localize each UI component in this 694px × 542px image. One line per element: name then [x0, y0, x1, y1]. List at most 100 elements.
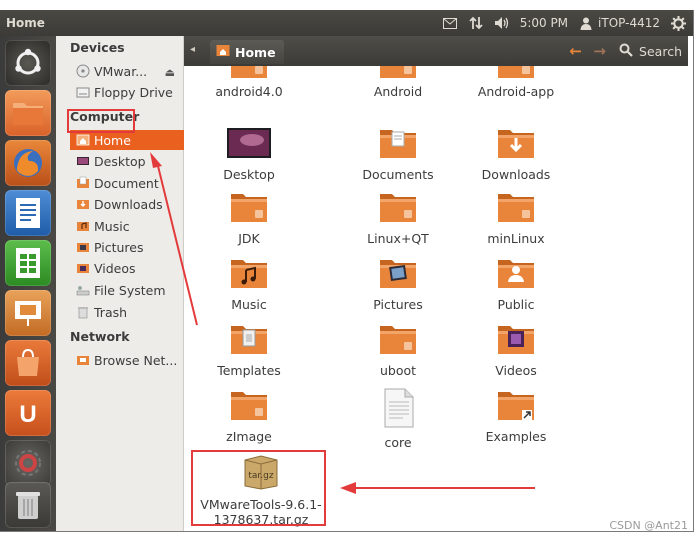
- file-item[interactable]: Music: [190, 256, 308, 312]
- impress-icon[interactable]: [5, 290, 51, 336]
- folder-icon: [457, 256, 575, 293]
- folder-icon: [190, 388, 308, 425]
- user-name: iTOP-4412: [598, 16, 660, 30]
- volume-icon[interactable]: [494, 15, 510, 31]
- file-item[interactable]: Documents: [339, 126, 457, 182]
- search-icon: [619, 43, 633, 60]
- clock[interactable]: 5:00 PM: [520, 16, 568, 30]
- file-name: minLinux: [487, 231, 545, 246]
- breadcrumb-home[interactable]: Home: [210, 40, 284, 64]
- software-center-icon[interactable]: [5, 340, 51, 386]
- top-strip: [0, 0, 694, 10]
- file-item[interactable]: minLinux: [457, 190, 575, 246]
- folder-icon: [190, 190, 308, 227]
- file-item[interactable]: Linux+QT: [339, 190, 457, 246]
- back-arrow-icon[interactable]: ←: [569, 42, 582, 60]
- sidebar-item-label: Downloads: [94, 196, 163, 212]
- file-item[interactable]: zImage: [190, 388, 308, 444]
- file-name: Templates: [217, 363, 281, 378]
- user-menu[interactable]: iTOP-4412: [578, 15, 660, 31]
- file-item[interactable]: Templates: [190, 322, 308, 378]
- sidebar-item-label: Trash: [94, 304, 128, 320]
- window-title: Home: [6, 16, 45, 30]
- file-item[interactable]: Public: [457, 256, 575, 312]
- file-item[interactable]: Examples: [457, 388, 575, 444]
- mail-icon[interactable]: [442, 15, 458, 31]
- desktop-thumbnail-icon: [190, 126, 308, 163]
- network-folder-icon: [76, 353, 90, 367]
- sidebar-item-documents[interactable]: Document: [76, 173, 184, 193]
- file-item[interactable]: JDK: [190, 190, 308, 246]
- breadcrumb-label: Home: [235, 44, 276, 60]
- file-item[interactable]: Android-app: [457, 66, 575, 99]
- file-item[interactable]: Pictures: [339, 256, 457, 312]
- toolbar: ◂ Home ← → Search: [184, 36, 688, 66]
- home-folder-icon: [76, 133, 90, 147]
- top-panel: Home 5:00 PM iTOP-4412: [0, 10, 694, 36]
- gear-icon[interactable]: [670, 15, 686, 31]
- file-item[interactable]: android4.0: [190, 66, 308, 99]
- disc-icon: [76, 64, 90, 78]
- folder-icon: [339, 322, 457, 359]
- launcher: U: [0, 36, 56, 532]
- file-name: uboot: [379, 363, 417, 378]
- file-name: Android-app: [477, 84, 555, 99]
- folder-icon: [457, 388, 575, 425]
- network-heading: Network: [70, 329, 130, 344]
- sidebar-item-label: VMwar...: [94, 63, 148, 79]
- sidebar-item-browse-network[interactable]: Browse Net...: [76, 350, 184, 370]
- dash-home-icon[interactable]: [5, 40, 51, 86]
- document-icon: [339, 388, 457, 431]
- desktop-icon: [76, 154, 90, 168]
- sidebar-item-filesystem[interactable]: File System: [76, 280, 184, 300]
- sidebar-item-vmware[interactable]: VMwar...: [76, 61, 156, 81]
- search-button[interactable]: Search: [619, 43, 682, 60]
- trash-icon[interactable]: [5, 482, 51, 528]
- sidebar-item-videos[interactable]: Videos: [76, 258, 184, 278]
- annotation-box-archive: [191, 450, 326, 526]
- forward-arrow-icon[interactable]: →: [593, 42, 606, 60]
- file-item[interactable]: Android: [339, 66, 457, 99]
- search-label: Search: [639, 44, 682, 59]
- system-settings-icon[interactable]: [5, 440, 51, 486]
- network-icon[interactable]: [468, 15, 484, 31]
- file-name: JDK: [238, 231, 260, 246]
- chevron-left-icon[interactable]: ◂: [190, 44, 195, 55]
- trash-small-icon: [76, 305, 90, 319]
- eject-icon[interactable]: ⏏: [165, 66, 175, 79]
- sidebar-item-label: Desktop: [94, 153, 146, 169]
- svg-text:U: U: [19, 401, 36, 428]
- file-item[interactable]: Videos: [457, 322, 575, 378]
- folder-icon: [190, 66, 308, 80]
- folder-icon: [339, 126, 457, 163]
- file-name: Public: [497, 297, 535, 312]
- sidebar-item-downloads[interactable]: Downloads: [76, 194, 184, 214]
- files-icon[interactable]: [5, 90, 51, 136]
- ubuntu-one-icon[interactable]: U: [5, 390, 51, 436]
- sidebar-item-floppy[interactable]: Floppy Drive: [76, 82, 184, 102]
- file-name: Android: [373, 84, 423, 99]
- sidebar-item-music[interactable]: Music: [76, 216, 184, 236]
- sidebar-item-label: Document: [94, 175, 159, 191]
- drive-icon: [76, 85, 90, 99]
- calc-icon[interactable]: [5, 240, 51, 286]
- videos-folder-icon: [76, 261, 90, 275]
- file-name: Linux+QT: [367, 231, 429, 246]
- sidebar-item-pictures[interactable]: Pictures: [76, 237, 184, 257]
- sidebar-item-home[interactable]: Home: [70, 130, 184, 150]
- folder-icon: [190, 256, 308, 293]
- sidebar-item-desktop[interactable]: Desktop: [76, 151, 184, 171]
- file-item[interactable]: core: [339, 388, 457, 450]
- file-name: Music: [231, 297, 267, 312]
- file-item[interactable]: Downloads: [457, 126, 575, 182]
- file-name: Desktop: [223, 167, 275, 182]
- writer-icon[interactable]: [5, 190, 51, 236]
- file-item[interactable]: uboot: [339, 322, 457, 378]
- sidebar-item-trash[interactable]: Trash: [76, 302, 184, 322]
- file-item[interactable]: Desktop: [190, 126, 308, 182]
- sidebar-item-label: Pictures: [94, 239, 144, 255]
- sidebar-item-label: Floppy Drive: [94, 84, 173, 100]
- folder-icon: [339, 190, 457, 227]
- firefox-icon[interactable]: [5, 140, 51, 186]
- file-name: core: [384, 435, 412, 450]
